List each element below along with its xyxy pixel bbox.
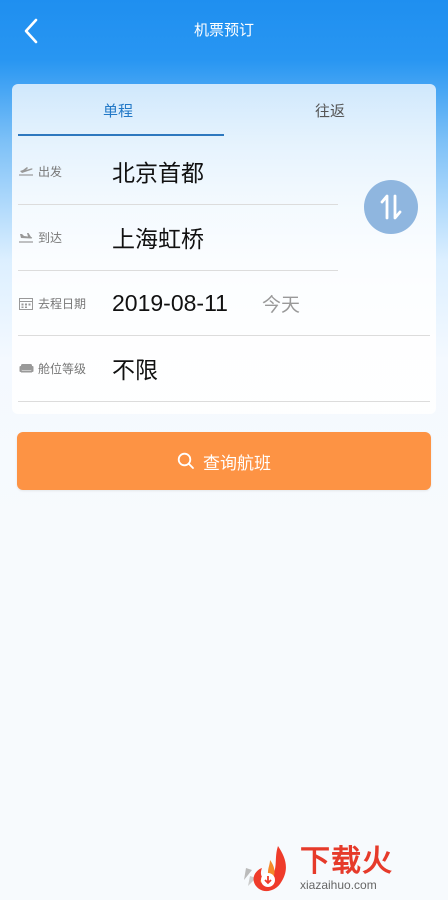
arrival-row[interactable]: 到达 上海虹桥: [18, 204, 348, 270]
watermark-logo: [244, 846, 286, 892]
departure-row[interactable]: 出发 北京首都: [18, 138, 348, 204]
tab-one-way[interactable]: 单程: [12, 84, 224, 136]
page-title: 机票预订: [193, 21, 254, 39]
trip-type-tabs: 单程 往返: [12, 84, 436, 136]
watermark: 下载火 xiazaihuo.com: [236, 838, 448, 900]
watermark-name: 下载火: [300, 845, 393, 878]
landing-icon: [18, 230, 34, 244]
departure-date[interactable]: 2019-08-11: [112, 290, 228, 317]
search-flights-button[interactable]: 查询航班: [17, 432, 431, 490]
back-button[interactable]: [18, 16, 44, 46]
seat-icon: [18, 361, 34, 375]
cabin-label: 舱位等级: [38, 361, 87, 376]
calendar-icon: [18, 296, 34, 310]
watermark-site: xiazaihuo.com: [300, 878, 377, 892]
booking-card: 单程 往返 出发 北京首都 到达 上海虹桥 去程日期 2019-08-11 今天…: [12, 84, 436, 414]
search-button-label: 查询航班: [203, 453, 271, 473]
date-row[interactable]: 去程日期 2019-08-11 今天: [18, 270, 428, 336]
search-icon: [177, 452, 194, 469]
cabin-row[interactable]: 舱位等级 不限: [18, 335, 428, 401]
arrival-label: 到达: [38, 230, 63, 245]
departure-label: 出发: [38, 164, 63, 179]
arrival-city[interactable]: 上海虹桥: [112, 220, 204, 254]
swap-icon: [380, 194, 402, 220]
departure-city[interactable]: 北京首都: [112, 154, 204, 188]
takeoff-icon: [18, 164, 34, 178]
swap-cities-button[interactable]: [364, 180, 418, 234]
date-label: 去程日期: [38, 296, 87, 311]
top-bar: 机票预订: [0, 0, 448, 58]
divider: [18, 401, 430, 402]
tab-round-trip[interactable]: 往返: [224, 84, 436, 136]
chevron-left-icon: [24, 18, 38, 44]
today-hint: 今天: [261, 294, 300, 316]
cabin-class[interactable]: 不限: [112, 351, 158, 385]
